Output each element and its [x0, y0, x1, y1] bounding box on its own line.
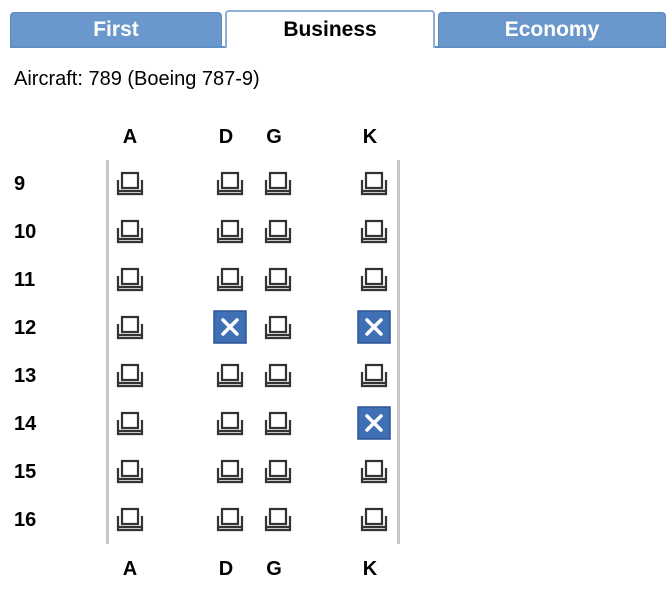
- row-number: 14: [14, 413, 37, 435]
- seat-10g-available[interactable]: [261, 214, 295, 248]
- row-number: 11: [14, 269, 36, 291]
- seat-13d-available[interactable]: [213, 358, 247, 392]
- seat-13g-available[interactable]: [261, 358, 295, 392]
- seat-15k-available[interactable]: [357, 454, 391, 488]
- seat-13a-available[interactable]: [113, 358, 147, 392]
- seat-available-icon: [214, 407, 246, 439]
- seat-available-icon: [358, 215, 390, 247]
- seat-available-icon: [358, 455, 390, 487]
- seat-available-icon: [214, 455, 246, 487]
- seat-11g-available[interactable]: [261, 262, 295, 296]
- seat-14a-available[interactable]: [113, 406, 147, 440]
- seat-occupied-icon: [357, 406, 391, 440]
- column-footer-g: G: [266, 558, 282, 580]
- seat-11d-available[interactable]: [213, 262, 247, 296]
- seat-occupied-icon: [357, 310, 391, 344]
- seat-available-icon: [358, 167, 390, 199]
- seat-16a-available[interactable]: [113, 502, 147, 536]
- seat-available-icon: [358, 359, 390, 391]
- column-header-k: K: [362, 126, 378, 148]
- seat-15a-available[interactable]: [113, 454, 147, 488]
- seat-9k-available[interactable]: [357, 166, 391, 200]
- seat-15g-available[interactable]: [261, 454, 295, 488]
- seat-available-icon: [262, 215, 294, 247]
- seat-available-icon: [114, 407, 146, 439]
- seat-occupied-icon: [213, 310, 247, 344]
- seat-15d-available[interactable]: [213, 454, 247, 488]
- seat-16d-available[interactable]: [213, 502, 247, 536]
- seat-available-icon: [114, 503, 146, 535]
- seat-available-icon: [214, 359, 246, 391]
- column-footer-a: A: [122, 558, 138, 580]
- seat-available-icon: [114, 167, 146, 199]
- seat-10a-available[interactable]: [113, 214, 147, 248]
- seat-9d-available[interactable]: [213, 166, 247, 200]
- row-number: 15: [14, 461, 37, 483]
- seat-available-icon: [262, 311, 294, 343]
- row-number: 10: [14, 221, 37, 243]
- seat-12d-occupied: [213, 310, 247, 344]
- seat-available-icon: [114, 215, 146, 247]
- seat-available-icon: [262, 167, 294, 199]
- column-header-d: D: [218, 126, 234, 148]
- seat-available-icon: [262, 263, 294, 295]
- seat-16k-available[interactable]: [357, 502, 391, 536]
- row-number: 12: [14, 317, 37, 339]
- seat-available-icon: [114, 359, 146, 391]
- seat-9a-available[interactable]: [113, 166, 147, 200]
- cabin-wall-left: [106, 160, 109, 544]
- seat-13k-available[interactable]: [357, 358, 391, 392]
- seat-available-icon: [214, 263, 246, 295]
- seat-available-icon: [262, 455, 294, 487]
- column-footer-k: K: [362, 558, 378, 580]
- cabin-tabs: First Business Economy: [0, 0, 666, 48]
- tab-economy[interactable]: Economy: [438, 12, 666, 46]
- seat-available-icon: [262, 407, 294, 439]
- seat-available-icon: [114, 311, 146, 343]
- tab-business[interactable]: Business: [225, 10, 435, 48]
- seat-available-icon: [262, 503, 294, 535]
- seat-available-icon: [262, 359, 294, 391]
- seat-11a-available[interactable]: [113, 262, 147, 296]
- seat-12k-occupied: [357, 310, 391, 344]
- seat-9g-available[interactable]: [261, 166, 295, 200]
- seat-14d-available[interactable]: [213, 406, 247, 440]
- column-footer-d: D: [218, 558, 234, 580]
- seat-12g-available[interactable]: [261, 310, 295, 344]
- seat-11k-available[interactable]: [357, 262, 391, 296]
- seat-available-icon: [114, 263, 146, 295]
- seat-10d-available[interactable]: [213, 214, 247, 248]
- cabin-wall-right: [397, 160, 400, 544]
- seat-12a-available[interactable]: [113, 310, 147, 344]
- row-number: 13: [14, 365, 37, 387]
- seat-available-icon: [358, 503, 390, 535]
- seat-available-icon: [114, 455, 146, 487]
- seat-available-icon: [214, 167, 246, 199]
- seat-14k-occupied: [357, 406, 391, 440]
- seat-16g-available[interactable]: [261, 502, 295, 536]
- column-header-a: A: [122, 126, 138, 148]
- seat-10k-available[interactable]: [357, 214, 391, 248]
- tab-first[interactable]: First: [10, 12, 222, 46]
- aircraft-info: Aircraft: 789 (Boeing 787-9): [14, 68, 260, 90]
- seat-available-icon: [214, 215, 246, 247]
- seat-available-icon: [358, 263, 390, 295]
- column-header-g: G: [266, 126, 282, 148]
- row-number: 9: [14, 173, 26, 195]
- seat-14g-available[interactable]: [261, 406, 295, 440]
- seat-available-icon: [214, 503, 246, 535]
- row-number: 16: [14, 509, 37, 531]
